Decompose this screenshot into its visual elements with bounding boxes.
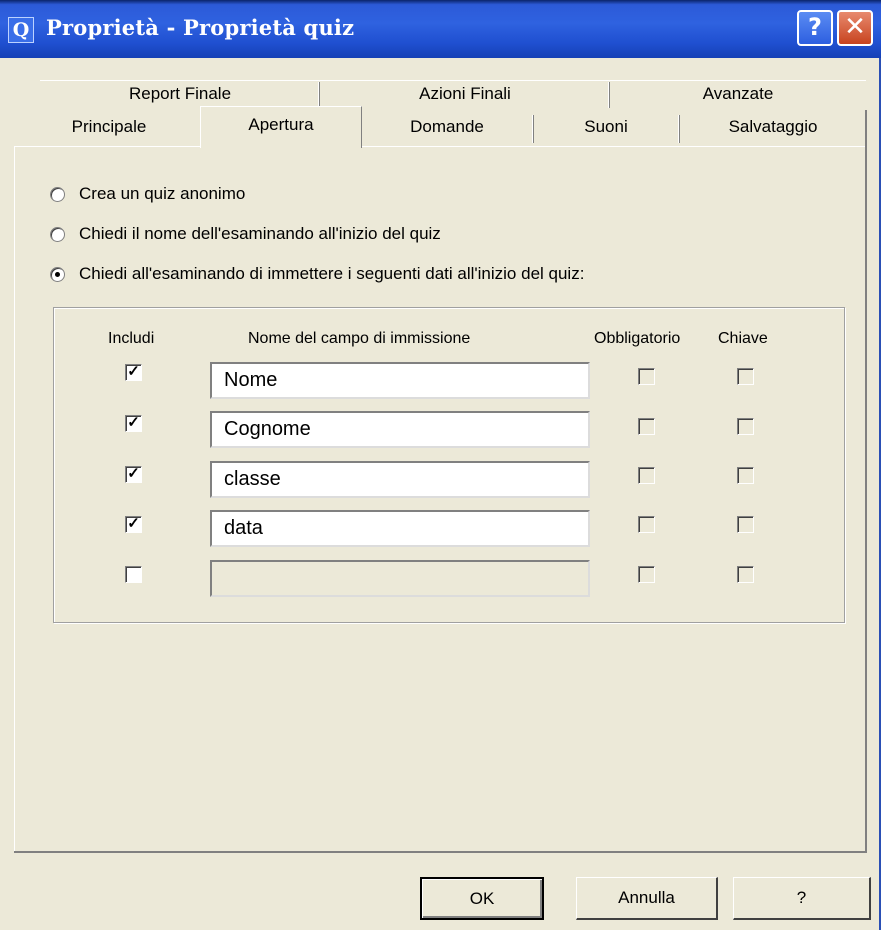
field-name-input[interactable]: Nome — [210, 362, 590, 399]
tab-row-top-edge — [40, 80, 866, 81]
radio-label: Chiedi all'esaminando di immettere i seg… — [79, 264, 585, 283]
field-name-input[interactable]: Cognome — [210, 411, 590, 448]
tab-domande[interactable]: Domande — [362, 112, 532, 142]
radio-button[interactable] — [50, 266, 65, 282]
include-checkbox[interactable]: ✓ — [125, 364, 142, 381]
tab-label: Suoni — [584, 117, 628, 136]
tab-label: Report Finale — [128, 84, 232, 103]
tab-label: Avanzate — [702, 84, 774, 103]
cancel-button[interactable]: Annulla — [576, 877, 718, 920]
close-button[interactable]: ✕ — [837, 10, 873, 46]
radio-label: Chiedi il nome dell'esaminando all'inizi… — [79, 224, 441, 243]
tab-principale[interactable]: Principale — [14, 112, 204, 142]
tab-label: Principale — [71, 117, 147, 136]
header-chiave: Chiave — [718, 330, 768, 347]
field-name-input[interactable]: classe — [210, 461, 590, 498]
required-checkbox[interactable] — [638, 566, 655, 583]
properties-dialog: Q Proprietà - Proprietà quiz ? ✕ Report … — [0, 0, 881, 930]
tab-avanzate[interactable]: Avanzate — [610, 79, 866, 109]
required-checkbox[interactable] — [638, 368, 655, 385]
app-icon: Q — [8, 17, 34, 43]
key-checkbox[interactable] — [737, 516, 754, 533]
key-checkbox[interactable] — [737, 418, 754, 435]
tab-salvataggio[interactable]: Salvataggio — [680, 112, 866, 142]
ok-button[interactable]: OK — [420, 877, 544, 920]
tab-apertura[interactable]: Apertura — [200, 106, 362, 148]
radio-label: Crea un quiz anonimo — [79, 184, 246, 203]
field-name-input[interactable] — [210, 560, 590, 597]
required-checkbox[interactable] — [638, 418, 655, 435]
radio-anonymous-quiz[interactable]: Crea un quiz anonimo — [50, 183, 245, 205]
include-checkbox[interactable] — [125, 566, 142, 583]
include-checkbox[interactable]: ✓ — [125, 516, 142, 533]
key-checkbox[interactable] — [737, 467, 754, 484]
tab-label: Salvataggio — [728, 117, 818, 136]
include-checkbox[interactable]: ✓ — [125, 415, 142, 432]
help-title-button[interactable]: ? — [797, 10, 833, 46]
key-checkbox[interactable] — [737, 566, 754, 583]
radio-button[interactable] — [50, 186, 65, 202]
key-checkbox[interactable] — [737, 368, 754, 385]
radio-button[interactable] — [50, 226, 65, 242]
header-obbligatorio: Obbligatorio — [594, 330, 681, 347]
tab-report-finale[interactable]: Report Finale — [40, 79, 320, 109]
include-checkbox[interactable]: ✓ — [125, 466, 142, 483]
tab-label: Domande — [410, 117, 484, 136]
panel-edge — [14, 146, 200, 147]
tab-label: Azioni Finali — [419, 84, 511, 103]
field-name-input[interactable]: data — [210, 510, 590, 547]
help-button[interactable]: ? — [733, 877, 871, 920]
panel-edge — [14, 851, 867, 853]
panel-edge — [865, 110, 867, 852]
title-bar[interactable]: Q Proprietà - Proprietà quiz ? ✕ — [0, 0, 881, 58]
tab-suoni[interactable]: Suoni — [534, 112, 678, 142]
required-checkbox[interactable] — [638, 516, 655, 533]
tab-label: Apertura — [248, 115, 314, 134]
window-title: Proprietà - Proprietà quiz — [46, 15, 355, 40]
radio-ask-data[interactable]: Chiedi all'esaminando di immettere i seg… — [50, 263, 584, 285]
header-nome-campo: Nome del campo di immissione — [248, 330, 471, 347]
radio-ask-name[interactable]: Chiedi il nome dell'esaminando all'inizi… — [50, 223, 441, 245]
panel-edge — [362, 146, 866, 147]
panel-edge — [14, 146, 15, 851]
tab-azioni-finali[interactable]: Azioni Finali — [320, 79, 610, 109]
required-checkbox[interactable] — [638, 467, 655, 484]
header-includi: Includi — [108, 330, 155, 347]
